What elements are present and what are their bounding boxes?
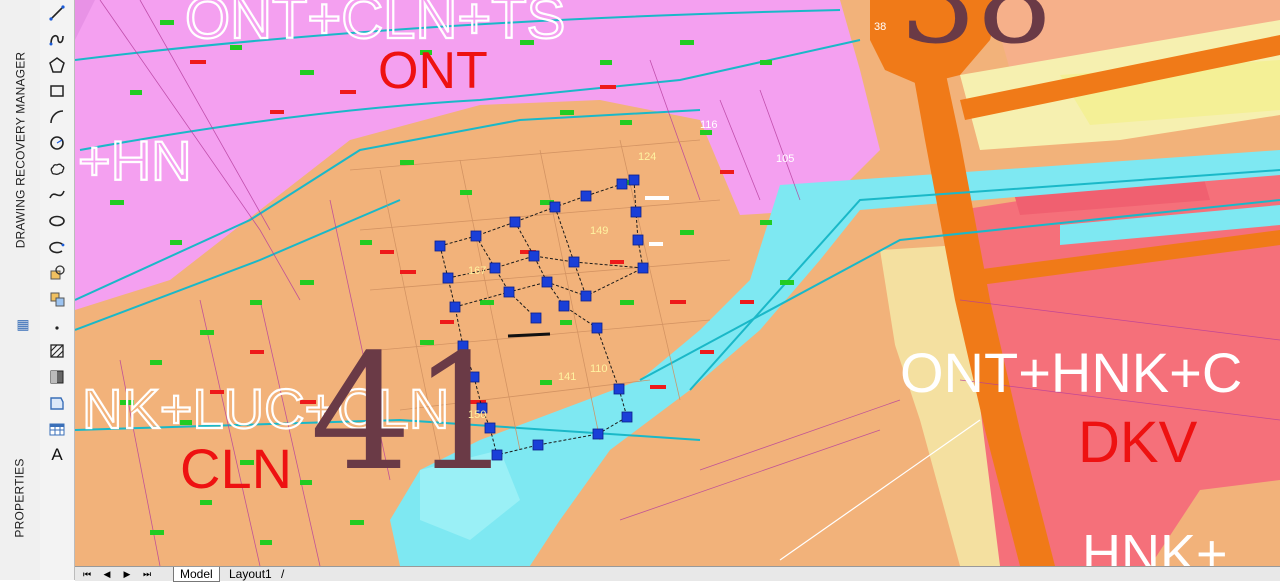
zone-label-hnk: HNK+ [1082,524,1228,566]
parcel-number: 150 [468,409,486,421]
drawing-recovery-manager-label: DRAWING RECOVERY MANAGER [13,51,28,249]
drawing-canvas[interactable]: ONT+CLN+TS ONT +HN 38 ONT+HNK+C DKV HNK+… [75,0,1280,566]
draw-toolbar: A [40,0,75,580]
parcel-number: 167 [468,265,486,277]
layout-tab-bar: ⏮ ◀ ▶ ⏭ Model Layout1 / [75,566,1280,582]
zone-label-ont: ONT [378,42,488,100]
region-icon[interactable] [46,392,68,414]
hatch-icon[interactable] [46,340,68,362]
parcel-number: 110 [590,363,608,375]
zone-label-ont-hnk-c: ONT+HNK+C [900,341,1242,404]
zone-label-cln: CLN [180,437,292,500]
arc-icon[interactable] [46,106,68,128]
table-icon[interactable] [46,418,68,440]
side-panel: DRAWING RECOVERY MANAGER ▦ PROPERTIES [0,0,41,580]
parcel-number: 105 [776,153,794,165]
insert-block-icon[interactable] [46,262,68,284]
gradient-icon[interactable] [46,366,68,388]
parcel-number: 116 [700,119,718,131]
spline-icon[interactable] [46,184,68,206]
tab-separator: / [281,567,285,581]
zone-label-dkv: DKV [1078,410,1198,475]
zone-label-ont-cln-ts: ONT+CLN+TS [185,0,565,51]
zone-label-38: 38 [900,0,1053,71]
multiline-text-icon[interactable]: A [46,444,68,466]
circle-icon[interactable] [46,132,68,154]
parcel-number: 124 [638,151,656,163]
point-icon[interactable] [46,314,68,336]
line-icon[interactable] [46,2,68,24]
parcel-number: 149 [590,225,608,237]
parcel-number: 141 [558,371,576,383]
prev-layout-button[interactable]: ◀ [99,568,115,580]
polyline-icon[interactable] [46,28,68,50]
ellipse-arc-icon[interactable] [46,236,68,258]
first-layout-button[interactable]: ⏮ [79,568,95,580]
zone-label-hn: +HN [78,129,192,192]
properties-tab[interactable]: PROPERTIES [4,455,36,540]
rectangle-icon[interactable] [46,80,68,102]
tab-layout1[interactable]: Layout1 [223,567,278,581]
parcel-number: 38 [874,21,886,33]
properties-label: PROPERTIES [13,457,28,538]
tool-palette-icon[interactable]: ▦ [14,316,32,334]
drawing-recovery-manager-tab[interactable]: DRAWING RECOVERY MANAGER [4,40,36,260]
revision-cloud-icon[interactable] [46,158,68,180]
ellipse-icon[interactable] [46,210,68,232]
next-layout-button[interactable]: ▶ [119,568,135,580]
last-layout-button[interactable]: ⏭ [139,568,155,580]
polygon-icon[interactable] [46,54,68,76]
make-block-icon[interactable] [46,288,68,310]
